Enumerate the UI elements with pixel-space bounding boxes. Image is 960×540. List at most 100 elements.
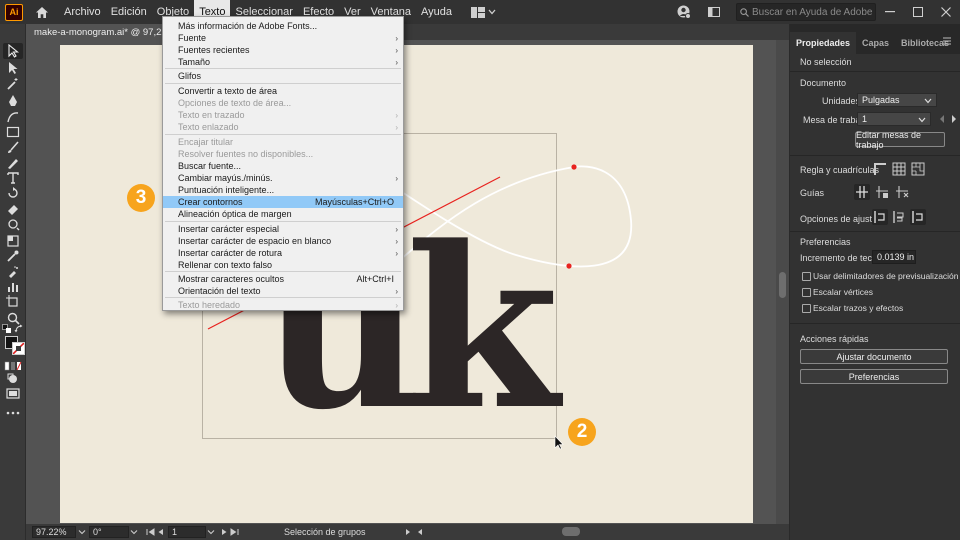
eyedropper-tool-icon[interactable] bbox=[3, 248, 23, 264]
show-guides-icon[interactable] bbox=[854, 184, 870, 200]
menu-ayuda[interactable]: Ayuda bbox=[416, 0, 457, 24]
rulers-icon[interactable] bbox=[872, 161, 888, 177]
eraser-tool-icon[interactable] bbox=[3, 201, 23, 217]
first-artboard-icon[interactable] bbox=[145, 526, 156, 538]
panel-menu-icon[interactable] bbox=[942, 37, 952, 45]
pen-tool-icon[interactable] bbox=[3, 93, 23, 109]
arrange-documents-icon[interactable] bbox=[702, 0, 726, 24]
menu-item-fuentes-recientes[interactable]: Fuentes recientes › bbox=[163, 44, 403, 56]
help-search-input[interactable]: Buscar en Ayuda de Adobe bbox=[736, 3, 876, 21]
menu-item-puntuacion-inteligente[interactable]: Puntuación inteligente... bbox=[163, 184, 403, 196]
curvature-tool-icon[interactable] bbox=[3, 109, 23, 125]
next-artboard-icon[interactable] bbox=[220, 526, 229, 538]
document-tab[interactable]: make-a-monogram.ai* @ 97,22 % (RGB/Previ… bbox=[26, 24, 162, 40]
graph-tool-icon[interactable] bbox=[3, 279, 23, 295]
preferences-button[interactable]: Preferencias bbox=[800, 369, 948, 384]
menu-item-rellenar-texto-falso[interactable]: Rellenar con texto falso bbox=[163, 259, 403, 271]
artboard-number-field[interactable]: 1 bbox=[168, 526, 206, 538]
menu-item-mas-info-adobe-fonts[interactable]: Más información de Adobe Fonts... bbox=[163, 20, 403, 32]
minimize-button[interactable] bbox=[876, 0, 904, 24]
edit-artboards-button[interactable]: Editar mesas de trabajo bbox=[855, 130, 945, 150]
chevron-down-icon[interactable] bbox=[77, 526, 87, 538]
snap-to-glyph-icon[interactable] bbox=[910, 209, 926, 225]
keyboard-increment-field[interactable]: 0.0139 in bbox=[872, 250, 916, 264]
menu-item-label: Texto en trazado bbox=[178, 110, 245, 120]
paintbrush-tool-icon[interactable] bbox=[3, 140, 23, 156]
menu-item-insertar-espacio-blanco[interactable]: Insertar carácter de espacio en blanco › bbox=[163, 235, 403, 247]
chevron-down-icon[interactable] bbox=[206, 526, 216, 538]
anchor-point-top[interactable] bbox=[571, 164, 577, 170]
previous-artboard-icon[interactable] bbox=[156, 526, 165, 538]
menu-item-crear-contornos[interactable]: Crear contornos Mayúsculas+Ctrl+O bbox=[163, 196, 403, 208]
transparency-grid-icon[interactable] bbox=[910, 161, 926, 177]
rotate-tool-icon[interactable] bbox=[3, 185, 23, 201]
anchor-point-bottom[interactable] bbox=[566, 263, 572, 269]
menu-item-insertar-caracter-especial[interactable]: Insertar carácter especial › bbox=[163, 223, 403, 235]
drawing-modes-icon[interactable] bbox=[3, 371, 23, 387]
menu-item-tamano[interactable]: Tamaño › bbox=[163, 56, 403, 68]
selection-tool-icon[interactable] bbox=[3, 43, 23, 59]
scale-corners-checkbox[interactable] bbox=[802, 288, 811, 297]
snap-to-pixel-icon[interactable] bbox=[891, 209, 907, 225]
units-dropdown[interactable]: Pulgadas bbox=[857, 93, 937, 107]
scale-strokes-checkbox[interactable] bbox=[802, 304, 811, 313]
stroke-color-swatch[interactable] bbox=[12, 342, 25, 355]
rectangle-tool-icon[interactable] bbox=[3, 124, 23, 140]
menu-item-cambiar-mayus-minus[interactable]: Cambiar mayús./minús. › bbox=[163, 172, 403, 184]
submenu-arrow-icon: › bbox=[395, 122, 398, 132]
menu-item-alineacion-optica[interactable]: Alineación óptica de margen bbox=[163, 208, 403, 220]
menu-archivo[interactable]: Archivo bbox=[59, 0, 106, 24]
rotation-field[interactable]: 0° bbox=[89, 526, 129, 538]
close-button[interactable] bbox=[932, 0, 960, 24]
type-tool-icon[interactable] bbox=[3, 170, 23, 186]
document-tab-bar: make-a-monogram.ai* @ 97,22 % (RGB/Previ… bbox=[26, 24, 789, 40]
snap-to-point-icon[interactable] bbox=[872, 209, 888, 225]
screen-mode-icon[interactable] bbox=[3, 386, 23, 402]
chevron-down-icon[interactable] bbox=[129, 526, 139, 538]
default-colors-icon[interactable] bbox=[2, 324, 12, 334]
magic-wand-tool-icon[interactable] bbox=[3, 76, 23, 92]
tab-propiedades[interactable]: Propiedades bbox=[790, 32, 857, 54]
artboard-tool-icon[interactable] bbox=[3, 294, 23, 310]
horizontal-scroll-thumb[interactable] bbox=[562, 527, 580, 536]
edit-toolbar-icon[interactable] bbox=[3, 405, 23, 421]
maximize-button[interactable] bbox=[904, 0, 932, 24]
menu-item-label: Encajar titular bbox=[178, 137, 234, 147]
vertical-scrollbar[interactable] bbox=[776, 40, 789, 524]
shaper-tool-icon[interactable] bbox=[3, 155, 23, 171]
menu-item-fuente[interactable]: Fuente › bbox=[163, 32, 403, 44]
grid-icon[interactable] bbox=[891, 161, 907, 177]
mouse-cursor-icon bbox=[554, 435, 564, 450]
home-icon[interactable] bbox=[31, 0, 53, 24]
search-icon bbox=[740, 7, 749, 17]
status-menu-icon[interactable] bbox=[404, 526, 412, 538]
workspace-switcher[interactable] bbox=[471, 6, 496, 18]
direct-selection-tool-icon[interactable] bbox=[3, 60, 23, 76]
menu-item-label: Orientación del texto bbox=[178, 286, 261, 296]
artboard-dropdown[interactable]: 1 bbox=[857, 112, 931, 126]
menu-item-orientacion-texto[interactable]: Orientación del texto › bbox=[163, 285, 403, 297]
previous-artboard-icon[interactable] bbox=[938, 114, 946, 124]
menu-item-insertar-caracter-rotura[interactable]: Insertar carácter de rotura › bbox=[163, 247, 403, 259]
tab-capas[interactable]: Capas bbox=[856, 32, 895, 54]
vertical-scroll-thumb[interactable] bbox=[779, 272, 786, 298]
scroll-left-icon[interactable] bbox=[416, 526, 424, 538]
fit-document-button[interactable]: Ajustar documento bbox=[800, 349, 948, 364]
menu-item-convertir-texto-area[interactable]: Convertir a texto de área bbox=[163, 85, 403, 97]
free-transform-tool-icon[interactable] bbox=[3, 233, 23, 249]
menu-item-glifos[interactable]: Glifos bbox=[163, 70, 403, 82]
share-icon[interactable] bbox=[672, 0, 696, 24]
symbol-sprayer-tool-icon[interactable] bbox=[3, 264, 23, 280]
use-preview-bounds-checkbox[interactable] bbox=[802, 272, 811, 281]
menu-item-mostrar-caracteres-ocultos[interactable]: Mostrar caracteres ocultos Alt+Ctrl+I bbox=[163, 273, 403, 285]
smart-guides-icon[interactable] bbox=[894, 184, 910, 200]
menu-edicion[interactable]: Edición bbox=[106, 0, 152, 24]
width-tool-icon[interactable] bbox=[3, 216, 23, 232]
lock-guides-icon[interactable] bbox=[874, 184, 890, 200]
zoom-field[interactable]: 97.22% bbox=[32, 526, 76, 538]
menu-item-label: Puntuación inteligente... bbox=[178, 185, 275, 195]
menu-item-buscar-fuente[interactable]: Buscar fuente... bbox=[163, 160, 403, 172]
last-artboard-icon[interactable] bbox=[229, 526, 240, 538]
next-artboard-icon[interactable] bbox=[950, 114, 958, 124]
swap-colors-icon[interactable] bbox=[14, 324, 24, 334]
